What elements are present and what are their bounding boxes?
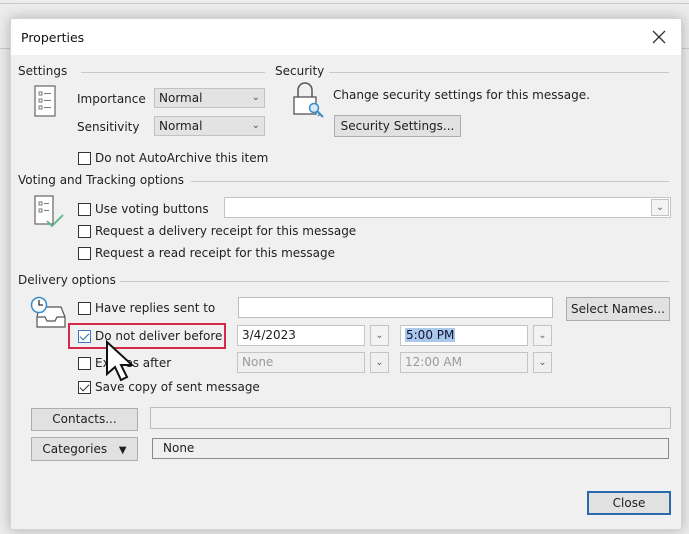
autoarchive-label: Do not AutoArchive this item — [95, 151, 269, 165]
deliver-date-combo[interactable]: 3/4/2023 ⌄ — [237, 325, 389, 346]
importance-value: Normal — [159, 91, 203, 105]
dropdown-triangle-icon: ▼ — [118, 445, 127, 456]
sensitivity-value: Normal — [159, 119, 203, 133]
categories-label: Categories — [42, 442, 108, 456]
chevron-down-icon[interactable]: ⌄ — [533, 352, 552, 373]
expires-time-input[interactable]: 12:00 AM — [400, 352, 528, 373]
voting-group-label: Voting and Tracking options — [18, 173, 189, 187]
chevron-down-icon: ⌄ — [251, 92, 260, 103]
security-description: Change security settings for this messag… — [333, 88, 590, 102]
use-voting-checkbox[interactable] — [78, 203, 91, 216]
properties-list-icon — [33, 85, 59, 122]
expires-date-input[interactable]: None — [237, 352, 365, 373]
lock-key-icon — [292, 81, 328, 124]
expires-time-combo[interactable]: 12:00 AM ⌄ — [400, 352, 552, 373]
voting-buttons-combo[interactable]: ⌄ — [224, 197, 671, 218]
security-group-label: Security — [275, 64, 329, 78]
delivery-receipt-checkbox[interactable] — [78, 225, 91, 238]
clock-inbox-icon — [29, 295, 69, 334]
settings-group-label: Settings — [18, 64, 72, 78]
chevron-down-icon[interactable]: ⌄ — [370, 352, 389, 373]
chevron-down-icon[interactable]: ⌄ — [533, 325, 552, 346]
close-button[interactable]: Close — [587, 491, 671, 515]
deliver-date-input[interactable]: 3/4/2023 — [237, 325, 365, 346]
divider — [191, 181, 669, 182]
divider — [120, 281, 669, 282]
voting-buttons-input[interactable] — [224, 197, 671, 218]
chevron-down-icon: ⌄ — [251, 120, 260, 131]
do-not-deliver-checkbox[interactable] — [78, 330, 91, 343]
contacts-button[interactable]: Contacts... — [31, 408, 138, 431]
importance-label: Importance — [77, 92, 146, 106]
expires-checkbox[interactable] — [78, 357, 91, 370]
categories-button[interactable]: Categories ▼ — [31, 437, 138, 461]
delivery-receipt-label: Request a delivery receipt for this mess… — [95, 224, 357, 238]
divider — [81, 72, 265, 73]
properties-dialog: Properties Settings Importance Normal ⌄ … — [10, 18, 682, 530]
use-voting-label: Use voting buttons — [95, 202, 209, 216]
title-bar: Properties — [11, 19, 681, 55]
mouse-cursor-icon — [105, 339, 139, 389]
expires-date-combo[interactable]: None ⌄ — [237, 352, 389, 373]
read-receipt-checkbox[interactable] — [78, 247, 91, 260]
security-settings-button[interactable]: Security Settings... — [334, 115, 461, 137]
save-copy-checkbox[interactable] — [78, 381, 91, 394]
read-receipt-label: Request a read receipt for this message — [95, 246, 336, 260]
contacts-input[interactable] — [150, 407, 671, 429]
background-line — [0, 3, 689, 4]
replies-input[interactable] — [238, 297, 553, 318]
autoarchive-checkbox[interactable] — [78, 152, 91, 165]
replies-checkbox[interactable] — [78, 302, 91, 315]
select-names-button[interactable]: Select Names... — [566, 297, 670, 321]
deliver-time-value: 5:00 PM — [405, 328, 456, 342]
chevron-down-icon[interactable]: ⌄ — [370, 325, 389, 346]
delivery-group-label: Delivery options — [18, 273, 120, 287]
chevron-down-icon[interactable]: ⌄ — [651, 199, 669, 216]
close-icon[interactable] — [647, 25, 671, 49]
sensitivity-label: Sensitivity — [77, 120, 140, 134]
checklist-icon — [33, 195, 69, 234]
dialog-title: Properties — [21, 30, 85, 45]
sensitivity-select[interactable]: Normal ⌄ — [154, 116, 265, 136]
categories-value: None — [152, 438, 669, 459]
deliver-time-combo[interactable]: 5:00 PM ⌄ — [400, 325, 552, 346]
divider — [329, 72, 669, 73]
importance-select[interactable]: Normal ⌄ — [154, 88, 265, 108]
deliver-time-input[interactable]: 5:00 PM — [400, 325, 528, 346]
replies-label: Have replies sent to — [95, 301, 216, 315]
